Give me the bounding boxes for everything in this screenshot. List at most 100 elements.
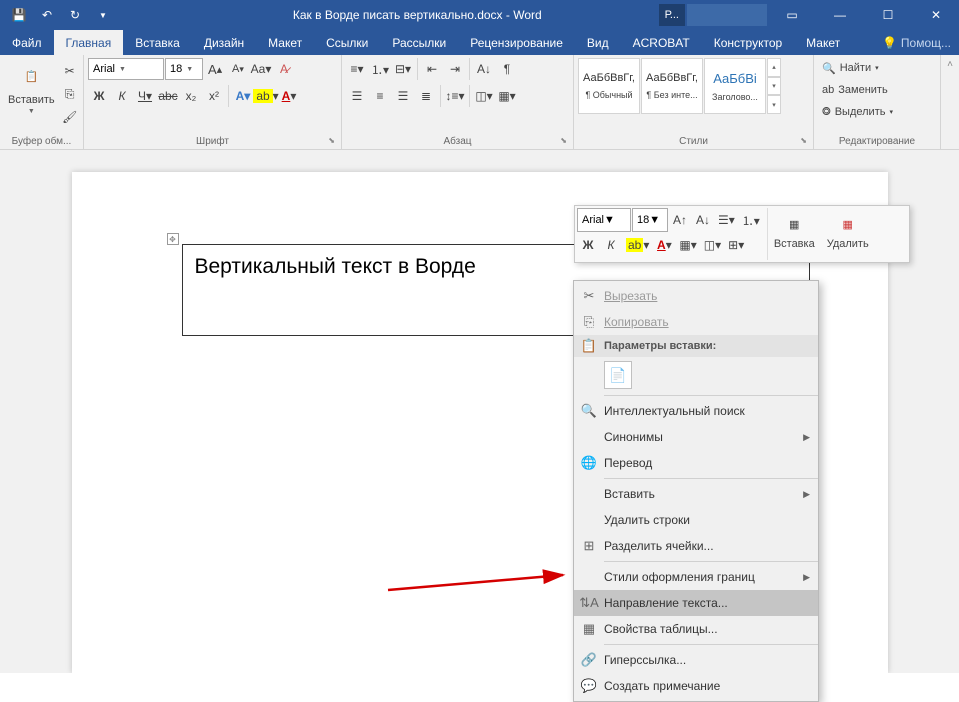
paste-button[interactable]: 📋 Вставить ▼ bbox=[4, 58, 59, 117]
cm-border-styles[interactable]: Стили оформления границ ▶ bbox=[574, 564, 818, 590]
tell-me-search[interactable]: 💡 Помощ... bbox=[882, 36, 951, 50]
tab-review[interactable]: Рецензирование bbox=[458, 30, 575, 55]
minimize-icon[interactable]: — bbox=[817, 0, 863, 30]
clipboard-icon: 📋 bbox=[581, 338, 597, 354]
group-label-styles: Стили⬊ bbox=[578, 134, 809, 149]
format-painter-icon[interactable]: 🖌 bbox=[59, 106, 81, 128]
mini-numbering-icon[interactable]: ⒈▾ bbox=[739, 208, 763, 232]
superscript-icon[interactable]: x² bbox=[203, 85, 225, 107]
maximize-icon[interactable]: ☐ bbox=[865, 0, 911, 30]
mini-size-combo[interactable]: 18▼ bbox=[632, 208, 668, 232]
sort-icon[interactable]: A↓ bbox=[473, 58, 495, 80]
cm-cut[interactable]: ✂ Вырезать bbox=[574, 283, 818, 309]
text-effects-icon[interactable]: A▾ bbox=[232, 85, 254, 107]
show-marks-icon[interactable]: ¶ bbox=[496, 58, 518, 80]
cut-icon[interactable]: ✂ bbox=[59, 60, 81, 82]
scissors-icon: ✂ bbox=[584, 288, 595, 304]
tab-design[interactable]: Дизайн bbox=[192, 30, 256, 55]
line-spacing-icon[interactable]: ↕≡▾ bbox=[444, 85, 466, 107]
close-icon[interactable]: ✕ bbox=[913, 0, 959, 30]
change-case-icon[interactable]: Aa▾ bbox=[250, 58, 272, 80]
cm-hyperlink[interactable]: 🔗 Гиперссылка... bbox=[574, 647, 818, 673]
undo-icon[interactable]: ↶ bbox=[34, 2, 60, 28]
account-badge[interactable]: Р... bbox=[659, 4, 685, 26]
bold-button[interactable]: Ж bbox=[88, 85, 110, 107]
styles-gallery-scroll[interactable]: ▴▾▾ bbox=[767, 58, 781, 114]
style-heading[interactable]: АаБбВі Заголово... bbox=[704, 58, 766, 114]
font-size-combo[interactable]: 18▼ bbox=[165, 58, 203, 80]
multilevel-icon[interactable]: ⊟▾ bbox=[392, 58, 414, 80]
underline-button[interactable]: Ч▾ bbox=[134, 85, 156, 107]
mini-shrink-icon[interactable]: A↓ bbox=[692, 208, 714, 232]
grow-font-icon[interactable]: A▴ bbox=[204, 58, 226, 80]
borders-icon[interactable]: ▦▾ bbox=[496, 85, 518, 107]
mini-highlight-icon[interactable]: ab▾ bbox=[623, 233, 652, 257]
replace-icon: ab bbox=[822, 84, 834, 96]
shrink-font-icon[interactable]: A▾ bbox=[227, 58, 249, 80]
highlight-icon[interactable]: ab▾ bbox=[255, 85, 277, 107]
style-no-spacing[interactable]: АаБбВвГг, ¶ Без инте... bbox=[641, 58, 703, 114]
decrease-indent-icon[interactable]: ⇤ bbox=[421, 58, 443, 80]
increase-indent-icon[interactable]: ⇥ bbox=[444, 58, 466, 80]
tab-layout2[interactable]: Макет bbox=[794, 30, 852, 55]
collapse-ribbon-icon[interactable]: ˄ bbox=[941, 55, 959, 149]
tab-file[interactable]: Файл bbox=[0, 30, 54, 55]
clear-format-icon[interactable]: A̷ bbox=[273, 58, 295, 80]
mini-font-combo[interactable]: Arial▼ bbox=[577, 208, 631, 232]
tab-insert[interactable]: Вставка bbox=[123, 30, 192, 55]
font-color-icon[interactable]: A▾ bbox=[278, 85, 300, 107]
mini-italic[interactable]: К bbox=[600, 233, 622, 257]
save-icon[interactable]: 💾 bbox=[6, 2, 32, 28]
numbering-icon[interactable]: ⒈▾ bbox=[369, 58, 391, 80]
mini-font-color-icon[interactable]: A▾ bbox=[653, 233, 675, 257]
find-button[interactable]: 🔍Найти▾ bbox=[818, 58, 883, 78]
subscript-icon[interactable]: x₂ bbox=[180, 85, 202, 107]
style-normal[interactable]: АаБбВвГг, ¶ Обычный bbox=[578, 58, 640, 114]
cm-table-props[interactable]: ▦ Свойства таблицы... bbox=[574, 616, 818, 642]
copy-icon[interactable]: ⎘ bbox=[59, 83, 81, 105]
cm-text-direction[interactable]: ⇅A Направление текста... bbox=[574, 590, 818, 616]
cm-translate[interactable]: 🌐 Перевод bbox=[574, 450, 818, 476]
mini-delete-button[interactable]: ▦ Удалить bbox=[821, 208, 875, 260]
shading-icon[interactable]: ◫▾ bbox=[473, 85, 495, 107]
tab-acrobat[interactable]: ACROBAT bbox=[621, 30, 702, 55]
align-left-icon[interactable]: ☰ bbox=[346, 85, 368, 107]
qat-customize-icon[interactable]: ▼ bbox=[90, 2, 116, 28]
font-family-combo[interactable]: Arial▼ bbox=[88, 58, 164, 80]
mini-shading-icon[interactable]: ◫▾ bbox=[701, 233, 724, 257]
justify-icon[interactable]: ≣ bbox=[415, 85, 437, 107]
cm-paste-header: 📋 Параметры вставки: bbox=[574, 335, 818, 357]
cm-split-cells[interactable]: ⊞ Разделить ячейки... bbox=[574, 533, 818, 559]
tab-layout[interactable]: Макет bbox=[256, 30, 314, 55]
mini-align-icon[interactable]: ⊞▾ bbox=[725, 233, 747, 257]
align-center-icon[interactable]: ≡ bbox=[369, 85, 391, 107]
cm-synonyms[interactable]: Синонимы ▶ bbox=[574, 424, 818, 450]
align-right-icon[interactable]: ☰ bbox=[392, 85, 414, 107]
quick-access-toolbar: 💾 ↶ ↻ ▼ bbox=[0, 2, 116, 28]
tab-references[interactable]: Ссылки bbox=[314, 30, 380, 55]
table-move-handle[interactable]: ✥ bbox=[167, 233, 179, 245]
paste-keep-source-icon[interactable]: 📄 bbox=[604, 361, 632, 389]
mini-grow-icon[interactable]: A↑ bbox=[669, 208, 691, 232]
replace-button[interactable]: abЗаменить bbox=[818, 80, 892, 100]
mini-insert-button[interactable]: ▦ Вставка bbox=[768, 208, 821, 260]
mini-borders-icon[interactable]: ▦▾ bbox=[676, 233, 699, 257]
strike-button[interactable]: abc bbox=[157, 85, 179, 107]
mini-bullets-icon[interactable]: ☰▾ bbox=[715, 208, 738, 232]
redo-icon[interactable]: ↻ bbox=[62, 2, 88, 28]
tab-home[interactable]: Главная bbox=[54, 30, 124, 55]
titlebar: 💾 ↶ ↻ ▼ Как в Ворде писать вертикально.d… bbox=[0, 0, 959, 30]
cm-insert[interactable]: Вставить ▶ bbox=[574, 481, 818, 507]
cm-new-comment[interactable]: 💬 Создать примечание bbox=[574, 673, 818, 699]
cm-copy[interactable]: ⎘ Копировать bbox=[574, 309, 818, 335]
tab-view[interactable]: Вид bbox=[575, 30, 621, 55]
italic-button[interactable]: К bbox=[111, 85, 133, 107]
mini-bold[interactable]: Ж bbox=[577, 233, 599, 257]
tab-constructor[interactable]: Конструктор bbox=[702, 30, 794, 55]
bullets-icon[interactable]: ≡▾ bbox=[346, 58, 368, 80]
select-button[interactable]: ⭗Выделить▾ bbox=[818, 102, 897, 122]
tab-mailings[interactable]: Рассылки bbox=[380, 30, 458, 55]
cm-smart-lookup[interactable]: 🔍 Интеллектуальный поиск bbox=[574, 398, 818, 424]
cm-delete-rows[interactable]: Удалить строки bbox=[574, 507, 818, 533]
ribbon-options-icon[interactable]: ▭ bbox=[769, 0, 815, 30]
